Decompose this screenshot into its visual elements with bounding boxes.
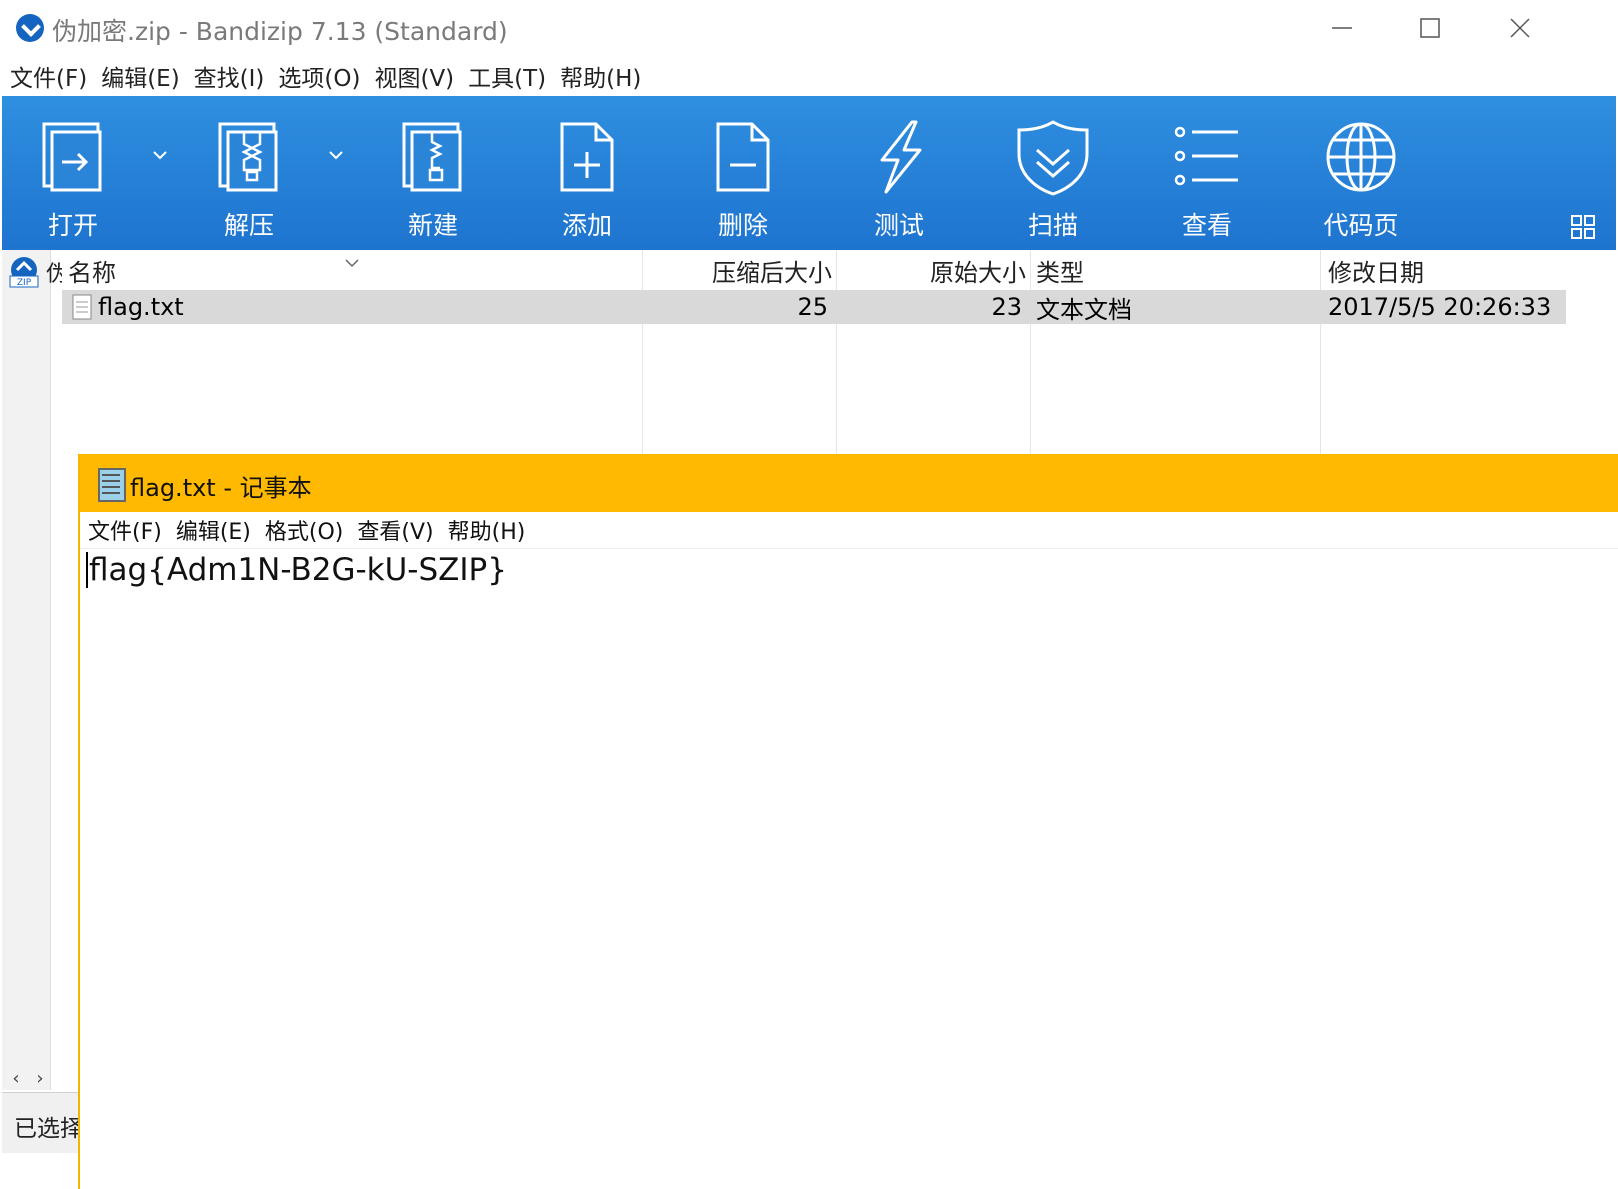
open-label: 打开 xyxy=(47,211,98,240)
extract-button[interactable]: 解压 xyxy=(194,120,304,240)
notepad-menu-bar: 文件(F) 编辑(E) 格式(O) 查看(V) 帮助(H) xyxy=(80,512,1618,549)
menu-tools[interactable]: 工具(T) xyxy=(468,59,546,93)
scroll-left-icon[interactable]: ‹ xyxy=(12,1068,19,1092)
menu-edit[interactable]: 编辑(E) xyxy=(101,59,179,93)
codepage-button[interactable]: 代码页 xyxy=(1306,120,1416,240)
maximize-icon xyxy=(1420,18,1440,38)
file-type: 文本文档 xyxy=(1036,295,1132,324)
menu-find[interactable]: 查找(I) xyxy=(194,59,265,93)
view-label: 查看 xyxy=(1181,211,1232,240)
open-dropdown-button[interactable] xyxy=(152,146,168,165)
notepad-title: flag.txt - 记事本 xyxy=(130,474,312,502)
scroll-right-icon[interactable]: › xyxy=(36,1068,43,1092)
column-divider xyxy=(836,250,837,460)
new-archive-button[interactable]: 新建 xyxy=(378,120,488,240)
column-header-modified[interactable]: 修改日期 xyxy=(1328,250,1424,290)
file-compressed-size: 25 xyxy=(797,293,828,321)
column-header-compressed[interactable]: 压缩后大小 xyxy=(642,250,832,290)
scan-button[interactable]: 扫描 xyxy=(998,120,1108,240)
notepad-icon xyxy=(98,468,126,502)
menu-options[interactable]: 选项(O) xyxy=(278,59,360,93)
notepad-menu-format[interactable]: 格式(O) xyxy=(265,514,343,546)
delete-file-icon xyxy=(716,122,770,192)
minimize-icon xyxy=(1332,27,1352,29)
shield-icon xyxy=(1017,120,1089,196)
new-archive-label: 新建 xyxy=(407,211,458,240)
file-name: flag.txt xyxy=(98,293,184,321)
notepad-window: flag.txt - 记事本 文件(F) 编辑(E) 格式(O) 查看(V) 帮… xyxy=(78,454,1618,1189)
notepad-menu-help[interactable]: 帮助(H) xyxy=(448,514,526,546)
test-label: 测试 xyxy=(873,211,924,240)
column-header-name[interactable]: 名称 xyxy=(68,250,116,290)
extract-dropdown-button[interactable] xyxy=(328,146,344,165)
zip-archive-icon: ZIP xyxy=(9,257,39,288)
chevron-down-icon xyxy=(329,151,343,160)
column-divider xyxy=(1030,250,1031,460)
maximize-button[interactable] xyxy=(1400,6,1460,50)
sort-indicator xyxy=(344,254,360,273)
notepad-menu-view[interactable]: 查看(V) xyxy=(357,514,433,546)
new-archive-icon xyxy=(402,122,462,192)
column-divider xyxy=(642,250,643,460)
column-header-type[interactable]: 类型 xyxy=(1036,250,1084,290)
file-original-size: 23 xyxy=(991,293,1022,321)
notepad-text-area[interactable]: flag{Adm1N-B2G-kU-SZIP} xyxy=(86,552,507,588)
delete-button[interactable]: 删除 xyxy=(688,120,798,240)
close-button[interactable] xyxy=(1490,6,1550,50)
notepad-menu-edit[interactable]: 编辑(E) xyxy=(176,514,251,546)
layout-toggle-button[interactable] xyxy=(1570,214,1596,244)
chevron-down-icon xyxy=(153,151,167,160)
add-label: 添加 xyxy=(561,211,612,240)
text-file-icon xyxy=(72,290,92,324)
add-file-icon xyxy=(560,122,614,192)
column-divider xyxy=(1320,250,1321,460)
minimize-button[interactable] xyxy=(1312,6,1372,50)
menu-help[interactable]: 帮助(H) xyxy=(560,59,641,93)
view-button[interactable]: 查看 xyxy=(1152,120,1262,240)
test-button[interactable]: 测试 xyxy=(844,120,954,240)
column-header-original[interactable]: 原始大小 xyxy=(836,250,1026,290)
bandizip-logo-icon xyxy=(16,14,44,42)
notepad-menu-file[interactable]: 文件(F) xyxy=(88,514,162,546)
menu-view[interactable]: 视图(V) xyxy=(374,59,454,93)
grid-icon xyxy=(1571,215,1595,239)
extract-label: 解压 xyxy=(223,211,274,240)
bandizip-window: 伪加密.zip - Bandizip 7.13 (Standard) 文件(F)… xyxy=(0,0,1618,1189)
title-bar: 伪加密.zip - Bandizip 7.13 (Standard) xyxy=(0,0,1618,56)
menu-bar: 文件(F) 编辑(E) 查找(I) 选项(O) 视图(V) 工具(T) 帮助(H… xyxy=(0,58,1618,94)
toolbar: 打开 解压 新建 添加 删除 测试 扫描 查看 代码页 xyxy=(2,96,1616,250)
zip-archive-node[interactable]: ZIP xyxy=(8,256,40,288)
lightning-icon xyxy=(880,120,922,194)
folder-tree-panel: ZIP 伪 ‹ › xyxy=(2,250,68,1092)
globe-icon xyxy=(1326,122,1396,192)
window-title: 伪加密.zip - Bandizip 7.13 (Standard) xyxy=(52,17,508,46)
add-button[interactable]: 添加 xyxy=(532,120,642,240)
status-text: 已选择 xyxy=(14,1116,83,1142)
open-button[interactable]: 打开 xyxy=(18,120,128,240)
notepad-title-bar: flag.txt - 记事本 xyxy=(80,454,1618,512)
scan-label: 扫描 xyxy=(1027,211,1078,240)
extract-icon xyxy=(218,122,278,192)
close-icon xyxy=(1510,18,1530,38)
menu-file[interactable]: 文件(F) xyxy=(10,59,87,93)
horizontal-scroll[interactable]: ‹ › xyxy=(4,1068,52,1092)
open-icon xyxy=(42,122,102,192)
chevron-down-icon xyxy=(345,259,359,268)
file-modified: 2017/5/5 20:26:33 xyxy=(1328,293,1552,321)
delete-label: 删除 xyxy=(717,211,768,240)
svg-text:ZIP: ZIP xyxy=(17,278,32,288)
table-row[interactable]: flag.txt 25 23 文本文档 2017/5/5 20:26:33 xyxy=(62,290,1566,324)
codepage-label: 代码页 xyxy=(1323,211,1399,240)
list-icon xyxy=(1174,126,1238,186)
